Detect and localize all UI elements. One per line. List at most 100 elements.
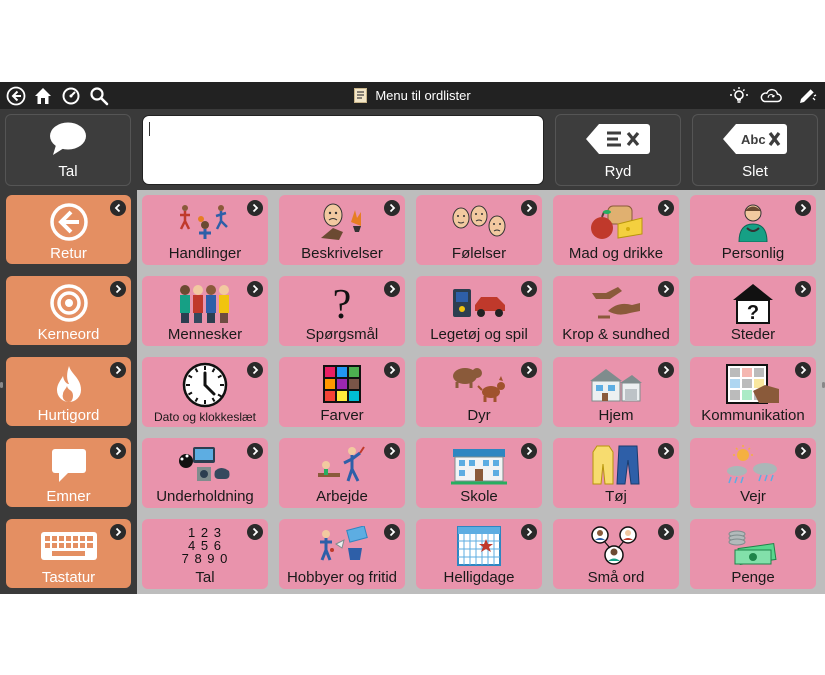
left-edge-handle[interactable] — [0, 382, 3, 388]
cell-label: Steder — [730, 326, 776, 343]
cell-beskrivelser[interactable]: Beskrivelser — [279, 195, 405, 265]
arrow-right-icon — [384, 443, 400, 459]
cell-label: Tøj — [605, 488, 627, 505]
cloud-sync-icon[interactable] — [759, 84, 783, 108]
vocabulary-grid: Handlinger Beskrivelser Følelser Mad og … — [137, 190, 825, 594]
delete-button[interactable]: Abc Slet — [692, 114, 818, 186]
chat-bubble-icon — [51, 449, 86, 482]
cell-farver[interactable]: Farver — [279, 357, 405, 427]
cell-label: Kommunikation — [701, 407, 805, 424]
cell-personlig[interactable]: Personlig — [690, 195, 816, 265]
delete-icon-text: Abc — [741, 132, 766, 147]
toys-and-games-icon — [453, 288, 505, 317]
arrow-right-icon — [247, 443, 263, 459]
cell-kommunikation[interactable]: Kommunikation — [690, 357, 816, 427]
cell-label: Farver — [320, 407, 364, 424]
cell-dato-og-klokkeslaet[interactable]: Dato og klokkeslæt — [142, 357, 268, 427]
brightness-icon[interactable] — [727, 84, 751, 108]
cell-smaa-ord[interactable]: Små ord — [553, 519, 679, 589]
descriptions-face-icon — [321, 203, 361, 240]
arrow-right-icon — [110, 362, 126, 378]
cell-dyr[interactable]: Dyr — [416, 357, 542, 427]
nav-return-button[interactable]: Retur — [6, 195, 131, 264]
arrow-right-icon — [658, 281, 674, 297]
question-mark-icon: ? — [333, 282, 352, 324]
actions-people-icon — [179, 204, 228, 239]
arrow-right-icon — [658, 362, 674, 378]
arrow-right-icon — [795, 362, 811, 378]
cell-underholdning[interactable]: Underholdning — [142, 438, 268, 508]
speech-bubble-icon — [50, 122, 86, 155]
cell-toj[interactable]: Tøj — [553, 438, 679, 508]
home-house-icon — [590, 368, 642, 401]
cell-vejr[interactable]: Vejr — [690, 438, 816, 508]
cell-skole[interactable]: Skole — [416, 438, 542, 508]
weather-icon — [727, 444, 777, 483]
nav-core-words-label: Kerneord — [37, 326, 100, 343]
arrow-right-icon — [384, 281, 400, 297]
money-icon — [728, 530, 777, 565]
cell-helligdage[interactable]: Helligdage — [416, 519, 542, 589]
arrow-right-icon — [658, 443, 674, 459]
arrow-right-icon — [795, 443, 811, 459]
cell-handlinger[interactable]: Handlinger — [142, 195, 268, 265]
cell-label: Spørgsmål — [305, 326, 379, 343]
arrow-right-icon — [110, 524, 126, 540]
cell-label: Hobbyer og fritid — [286, 569, 398, 586]
message-window[interactable] — [142, 115, 544, 185]
speak-button[interactable]: Tal — [5, 114, 131, 186]
back-arrow-icon — [49, 203, 88, 241]
animals-icon — [453, 367, 505, 402]
nav-quick-words-button[interactable]: Hurtigord — [6, 357, 131, 426]
cell-mad-og-drikke[interactable]: Mad og drikke — [553, 195, 679, 265]
cell-label: Legetøj og spil — [430, 326, 528, 343]
clock-icon — [182, 362, 228, 408]
cell-penge[interactable]: Penge — [690, 519, 816, 589]
arrow-right-icon — [521, 362, 537, 378]
cell-tal[interactable]: 1 2 3 4 5 6 7 8 9 0 Tal — [142, 519, 268, 589]
cell-hobbyer-og-fritid[interactable]: Hobbyer og fritid — [279, 519, 405, 589]
question-mark-text: ? — [333, 282, 352, 324]
cell-label: Dato og klokkeslæt — [153, 410, 257, 424]
cell-label: Skole — [460, 488, 498, 505]
nav-topics-button[interactable]: Emner — [6, 438, 131, 507]
cell-label: Hjem — [598, 407, 634, 424]
calendar-icon — [457, 525, 501, 566]
cell-label: Handlinger — [168, 245, 242, 262]
navigation-column: Retur Kerneord Hurtigord Emner Tastatur — [0, 190, 137, 594]
cell-arbejde[interactable]: Arbejde — [279, 438, 405, 508]
arrow-right-icon — [658, 200, 674, 216]
nav-keyboard-button[interactable]: Tastatur — [6, 519, 131, 588]
delete-label: Slet — [742, 163, 768, 180]
clear-tag-icon — [586, 124, 650, 154]
app-window: Menu til ordlister Tal Ryd Abc Slet Retu… — [0, 82, 825, 594]
people-group-icon — [180, 284, 229, 323]
cell-mennesker[interactable]: Mennesker — [142, 276, 268, 346]
cell-label: Dyr — [467, 407, 491, 424]
cell-folelser[interactable]: Følelser — [416, 195, 542, 265]
nav-topics-label: Emner — [46, 488, 91, 505]
cell-label: Beskrivelser — [301, 245, 383, 262]
cell-legetoj-og-spil[interactable]: Legetøj og spil — [416, 276, 542, 346]
places-question-text: ? — [747, 302, 759, 324]
nav-keyboard-label: Tastatur — [41, 569, 96, 586]
cell-steder[interactable]: ? Steder — [690, 276, 816, 346]
arrow-right-icon — [247, 362, 263, 378]
arrow-right-icon — [795, 200, 811, 216]
cell-label: Underholdning — [156, 488, 254, 505]
work-icon — [318, 445, 365, 482]
arrow-right-icon — [521, 281, 537, 297]
arrow-left-icon — [110, 200, 126, 216]
window-title-text: Menu til ordlister — [375, 88, 471, 103]
cell-hjem[interactable]: Hjem — [553, 357, 679, 427]
arrow-right-icon — [247, 524, 263, 540]
speak-label: Tal — [58, 163, 78, 180]
edit-pencil-icon[interactable] — [795, 84, 819, 108]
places-house-icon: ? — [733, 283, 773, 324]
clear-button[interactable]: Ryd — [555, 114, 681, 186]
delete-tag-icon: Abc — [723, 124, 787, 154]
nav-core-words-button[interactable]: Kerneord — [6, 276, 131, 345]
nav-return-label: Retur — [50, 245, 87, 262]
cell-krop-og-sundhed[interactable]: Krop & sundhed — [553, 276, 679, 346]
cell-sporgsmaal[interactable]: ? Spørgsmål — [279, 276, 405, 346]
